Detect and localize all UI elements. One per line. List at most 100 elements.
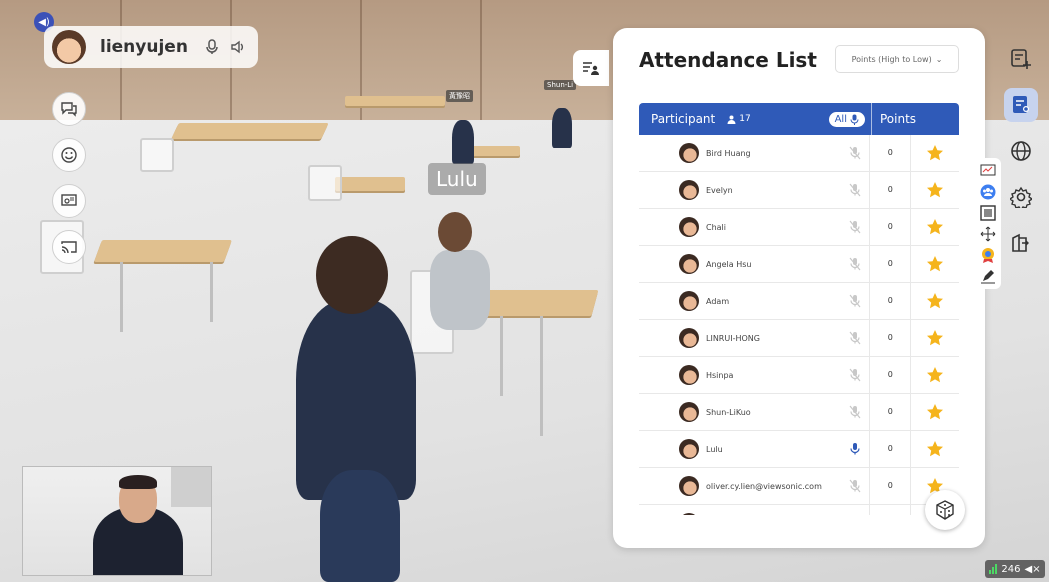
- frame-button[interactable]: [979, 204, 997, 222]
- group-button[interactable]: [979, 183, 997, 201]
- speaker-icon[interactable]: [228, 37, 248, 57]
- exit-button[interactable]: [1004, 226, 1038, 260]
- award-star-button[interactable]: [911, 255, 959, 273]
- microphone-icon[interactable]: [847, 145, 863, 161]
- all-mic-filter-button[interactable]: All: [828, 111, 865, 127]
- award-star-button[interactable]: [911, 218, 959, 236]
- avatar: [679, 143, 699, 163]
- table-row[interactable]: Angela Hsu 0: [639, 246, 959, 283]
- participant-count: 17: [727, 114, 751, 124]
- avatar: [52, 30, 86, 64]
- background-shelf: [171, 467, 211, 507]
- participant-name: Adam: [706, 296, 730, 306]
- desk-leg: [210, 262, 213, 322]
- wall-panel: [230, 0, 232, 140]
- dice-icon: [936, 500, 954, 520]
- chat-button[interactable]: [52, 92, 86, 126]
- microphone-icon[interactable]: [202, 37, 222, 57]
- attendance-toggle-button[interactable]: [573, 50, 609, 86]
- desk: [171, 123, 329, 139]
- microphone-icon[interactable]: [847, 330, 863, 346]
- participant-name: oliver.cy.lien@viewsonic.com: [706, 481, 822, 491]
- microphone-icon[interactable]: [847, 441, 863, 457]
- table-row[interactable]: Evelyn 0: [639, 172, 959, 209]
- award-star-button[interactable]: [911, 329, 959, 347]
- emoji-button[interactable]: [52, 138, 86, 172]
- award-button[interactable]: [979, 246, 997, 264]
- participant-cell: Nooumpa: [639, 505, 871, 515]
- participant-name: Shun-LiKuo: [706, 407, 751, 417]
- microphone-icon[interactable]: [847, 219, 863, 235]
- microphone-icon[interactable]: [847, 367, 863, 383]
- points-value: 0: [870, 172, 912, 208]
- table-row[interactable]: Adam 0: [639, 283, 959, 320]
- points-value: 0: [870, 357, 912, 393]
- microphone-icon[interactable]: [847, 256, 863, 272]
- move-icon: [980, 226, 996, 242]
- desk-leg: [500, 316, 503, 396]
- participant-name: Lulu: [706, 444, 723, 454]
- microphone-icon[interactable]: [847, 293, 863, 309]
- award-star-button[interactable]: [911, 440, 959, 458]
- table-row[interactable]: Nooumpa0: [639, 505, 959, 515]
- attendance-button[interactable]: [1004, 88, 1038, 122]
- star-icon: [927, 441, 944, 457]
- avatar: [679, 328, 699, 348]
- settings-button[interactable]: [1004, 180, 1038, 214]
- person-icon: [727, 115, 736, 124]
- participant-cell: LINRUI-HONG: [639, 320, 871, 356]
- move-button[interactable]: [979, 225, 997, 243]
- award-star-button[interactable]: [911, 366, 959, 384]
- table-row[interactable]: Shun-LiKuo 0: [639, 394, 959, 431]
- avatar-name-tag: Lulu: [428, 163, 486, 195]
- avatar-name-tag: 黃豫昭: [446, 90, 473, 102]
- participant-name: Chali: [706, 222, 727, 232]
- participant-header-label: Participant: [651, 112, 716, 126]
- participant-count-value: 17: [739, 114, 751, 124]
- pen-button[interactable]: [979, 267, 997, 285]
- avatar-head: [316, 236, 388, 314]
- avatar: [679, 180, 699, 200]
- add-content-button[interactable]: [1004, 42, 1038, 76]
- signal-icon: [989, 564, 998, 574]
- table-row[interactable]: Bird Huang 0: [639, 135, 959, 172]
- seated-avatar: [552, 108, 572, 148]
- star-icon: [927, 293, 944, 309]
- table-row[interactable]: Chali 0: [639, 209, 959, 246]
- table-row[interactable]: LINRUI-HONG 0: [639, 320, 959, 357]
- microphone-icon[interactable]: [847, 182, 863, 198]
- microphone-icon: [850, 114, 859, 125]
- participant-column-header: Participant 17 All: [639, 111, 871, 127]
- fps-value: 246: [1001, 563, 1021, 575]
- attendance-icon: [1013, 96, 1029, 113]
- random-pick-button[interactable]: [925, 490, 965, 530]
- avatar-name-tag: Shun-Li: [544, 80, 577, 90]
- star-icon: [927, 367, 944, 383]
- award-star-button[interactable]: [911, 144, 959, 162]
- attendance-panel: Attendance List Points (High to Low) ⌄ P…: [613, 28, 985, 548]
- microphone-icon[interactable]: [847, 478, 863, 494]
- sort-dropdown[interactable]: Points (High to Low) ⌄: [835, 45, 959, 73]
- wall-panel: [120, 0, 122, 140]
- webcam-preview[interactable]: [22, 466, 212, 576]
- screen-share-button[interactable]: [52, 184, 86, 218]
- award-star-button[interactable]: [911, 181, 959, 199]
- participant-cell: Evelyn: [639, 172, 871, 208]
- table-row[interactable]: Hsinpa 0: [639, 357, 959, 394]
- award-star-button[interactable]: [911, 292, 959, 310]
- whiteboard-button[interactable]: [979, 162, 997, 180]
- user-name: lienyujen: [100, 37, 188, 57]
- desk: [345, 96, 445, 106]
- user-bar: lienyujen: [44, 26, 258, 68]
- avatar-legs: [320, 470, 400, 582]
- microphone-icon[interactable]: [847, 404, 863, 420]
- award-star-button[interactable]: [911, 403, 959, 421]
- cast-button[interactable]: [52, 230, 86, 264]
- panel-title: Attendance List: [639, 48, 817, 72]
- points-value: 0: [870, 468, 912, 504]
- avatar: [679, 476, 699, 496]
- table-row[interactable]: Lulu 0: [639, 431, 959, 468]
- table-row[interactable]: oliver.cy.lien@viewsonic.com 0: [639, 468, 959, 505]
- language-button[interactable]: [1004, 134, 1038, 168]
- volume-mute-icon[interactable]: ◀×: [1025, 564, 1041, 575]
